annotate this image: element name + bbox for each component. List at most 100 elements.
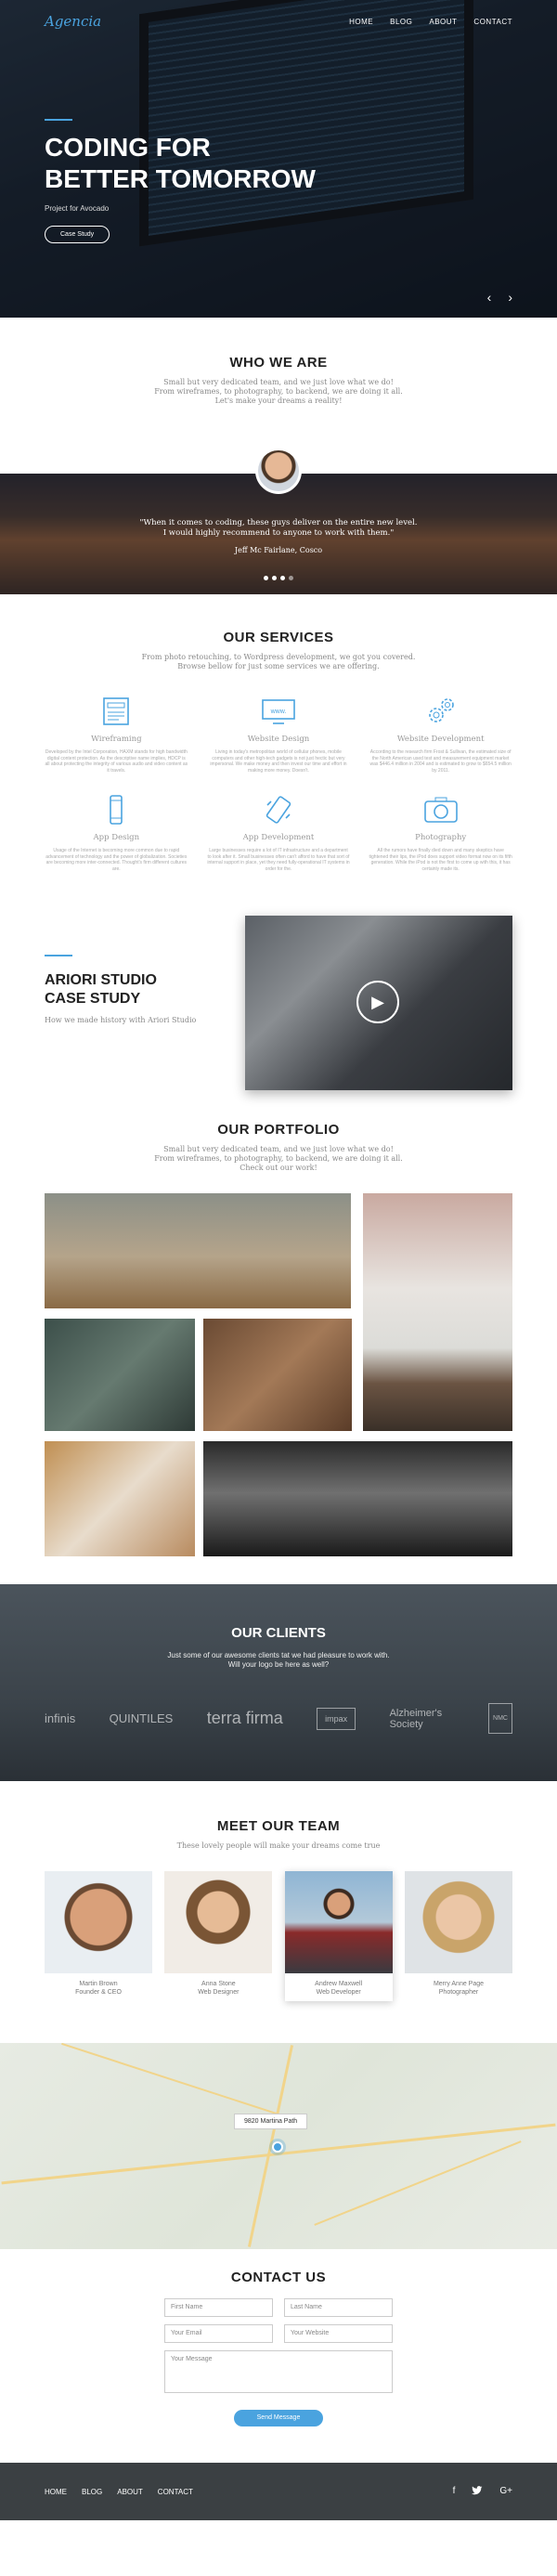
portfolio-item-typewriter[interactable] xyxy=(45,1319,195,1431)
member-photo xyxy=(164,1871,273,1973)
footer-link-blog[interactable]: BLOG xyxy=(82,2488,102,2496)
testimonial-avatar xyxy=(255,448,302,494)
team-title: MEET OUR TEAM xyxy=(216,1818,341,1834)
member-photo xyxy=(404,1871,512,1973)
service-item[interactable]: www. Website Design Living in today's me… xyxy=(207,696,351,774)
play-icon[interactable]: ▶ xyxy=(356,981,399,1023)
service-item[interactable]: App Design Usage of the Internet is beco… xyxy=(45,794,188,872)
services-subtitle: From photo retouching, to Wordpress deve… xyxy=(141,653,416,670)
service-desc: Large businesses require a lot of IT inf… xyxy=(207,848,350,872)
accent-bar xyxy=(45,119,72,121)
who-title: WHO WE ARE xyxy=(229,355,328,371)
send-message-button[interactable]: Send Message xyxy=(234,2410,323,2426)
website-design-icon: www. xyxy=(207,696,351,727)
map-pin-icon[interactable] xyxy=(272,2141,283,2153)
portfolio-text: Small but very dedicated team, and we ju… xyxy=(154,1145,403,1172)
portfolio-item-plant[interactable] xyxy=(45,1193,351,1308)
client-logo-alzheimers: Alzheimer's Society xyxy=(389,1707,443,1730)
dot-2[interactable] xyxy=(272,576,277,580)
service-desc: Usage of the Internet is becoming more c… xyxy=(45,848,188,872)
member-role: Web Designer xyxy=(198,1989,240,1996)
testimonial-section: "When it comes to coding, these guys del… xyxy=(0,448,557,594)
hero-subtitle: Project for Avocado xyxy=(45,204,110,213)
svg-text:www.: www. xyxy=(270,709,287,715)
service-desc: Living in today's metropolitan world of … xyxy=(210,749,347,774)
nav-contact[interactable]: CONTACT xyxy=(473,18,512,26)
team-section: MEET OUR TEAM These lovely people will m… xyxy=(0,1781,557,2043)
service-item[interactable]: Photography All the rumors have finally … xyxy=(369,794,512,872)
portfolio-title: OUR PORTFOLIO xyxy=(217,1122,340,1138)
service-item[interactable]: App Development Large businesses require… xyxy=(207,794,351,872)
services-grid: Wireframing Developed by the Intel Corpo… xyxy=(0,671,557,872)
team-grid: Martin Brown Founder & CEO Anna Stone We… xyxy=(0,1851,557,2001)
contact-section: CONTACT US First Name Last Name Your Ema… xyxy=(0,2249,557,2463)
member-name: Merry Anne Page xyxy=(433,1981,485,1987)
member-name: Andrew Maxwell xyxy=(315,1981,363,1987)
service-name: App Design xyxy=(93,833,140,842)
facebook-icon[interactable]: f xyxy=(453,2486,456,2498)
logo[interactable]: Agencia xyxy=(45,13,101,30)
accent-bar xyxy=(45,955,72,956)
team-member[interactable]: Anna Stone Web Designer xyxy=(164,1871,273,2001)
service-item[interactable]: Wireframing Developed by the Intel Corpo… xyxy=(45,696,188,774)
dot-1[interactable] xyxy=(264,576,268,580)
service-item[interactable]: Website Development According to the res… xyxy=(369,696,512,774)
nav-about[interactable]: ABOUT xyxy=(429,18,457,26)
service-desc: All the rumors have finally died down an… xyxy=(369,848,512,872)
map-section[interactable]: 9820 Martina Path xyxy=(0,2043,557,2249)
camera-icon xyxy=(369,794,512,826)
dot-3[interactable] xyxy=(280,576,285,580)
team-member[interactable]: Martin Brown Founder & CEO xyxy=(45,1871,152,2001)
portfolio-item-city[interactable] xyxy=(203,1441,512,1556)
service-name: Website Design xyxy=(247,735,310,744)
who-text: Small but very dedicated team, and we ju… xyxy=(154,378,403,405)
team-member[interactable]: Andrew Maxwell Web Developer xyxy=(284,1871,393,2001)
portfolio-item-desk[interactable] xyxy=(45,1441,195,1556)
nav-blog[interactable]: BLOG xyxy=(390,18,412,26)
case-study-section: ARIORI STUDIO CASE STUDY How we made hist… xyxy=(0,910,557,1096)
google-plus-icon[interactable]: G+ xyxy=(499,2486,512,2498)
contact-form: First Name Last Name Your Email Your Web… xyxy=(164,2298,393,2426)
top-nav: Agencia HOME BLOG ABOUT CONTACT xyxy=(45,13,512,30)
wireframe-icon xyxy=(45,696,188,727)
services-section: OUR SERVICES From photo retouching, to W… xyxy=(0,594,557,910)
message-field[interactable]: Your Message xyxy=(164,2350,393,2393)
case-study-title: ARIORI STUDIO CASE STUDY xyxy=(45,972,157,1007)
website-field[interactable]: Your Website xyxy=(284,2324,393,2343)
team-member[interactable]: Merry Anne Page Photographer xyxy=(404,1871,512,2001)
twitter-icon[interactable] xyxy=(472,2485,483,2498)
service-desc: According to the research firm Frost & S… xyxy=(369,749,512,774)
testimonial-author: Jeff Mc Fairlane, Cosco xyxy=(234,546,323,554)
next-arrow-icon[interactable]: › xyxy=(508,290,512,305)
case-study-button[interactable]: Case Study xyxy=(45,226,110,243)
member-role: Web Developer xyxy=(316,1989,361,1996)
contact-title: CONTACT US xyxy=(230,2270,327,2285)
social-links: f G+ xyxy=(453,2486,512,2498)
prev-arrow-icon[interactable]: ‹ xyxy=(487,290,492,305)
clients-text: Just some of our awesome clients tat we … xyxy=(167,1651,390,1669)
portfolio-section: OUR PORTFOLIO Small but very dedicated t… xyxy=(0,1096,557,1584)
case-study-video[interactable]: ▶ xyxy=(245,916,512,1090)
service-name: Website Development xyxy=(396,735,485,744)
map-address-tooltip: 9820 Martina Path xyxy=(234,2114,308,2129)
service-name: App Development xyxy=(242,833,315,842)
hero-section: Agencia HOME BLOG ABOUT CONTACT CODING F… xyxy=(0,0,557,318)
service-name: Wireframing xyxy=(91,735,142,744)
footer-link-home[interactable]: HOME xyxy=(45,2488,67,2496)
portfolio-item-window[interactable] xyxy=(363,1193,512,1431)
dot-4[interactable] xyxy=(289,576,293,580)
footer-links: HOME BLOG ABOUT CONTACT xyxy=(45,2488,193,2496)
hero-text: CODING FOR BETTER TOMORROW Project for Av… xyxy=(45,119,316,243)
member-name: Anna Stone xyxy=(201,1981,236,1987)
footer-link-about[interactable]: ABOUT xyxy=(117,2488,143,2496)
portfolio-item-laptop[interactable] xyxy=(203,1319,352,1431)
client-logo-impax: impax xyxy=(317,1707,356,1730)
nav-home[interactable]: HOME xyxy=(349,18,373,26)
client-logo-quintiles: QUINTILES xyxy=(109,1711,174,1725)
email-field[interactable]: Your Email xyxy=(164,2324,273,2343)
first-name-field[interactable]: First Name xyxy=(164,2298,273,2317)
footer-link-contact[interactable]: CONTACT xyxy=(158,2488,193,2496)
case-study-subtitle: How we made history with Ariori Studio xyxy=(45,1016,197,1024)
footer: HOME BLOG ABOUT CONTACT f G+ xyxy=(0,2463,557,2520)
last-name-field[interactable]: Last Name xyxy=(284,2298,393,2317)
